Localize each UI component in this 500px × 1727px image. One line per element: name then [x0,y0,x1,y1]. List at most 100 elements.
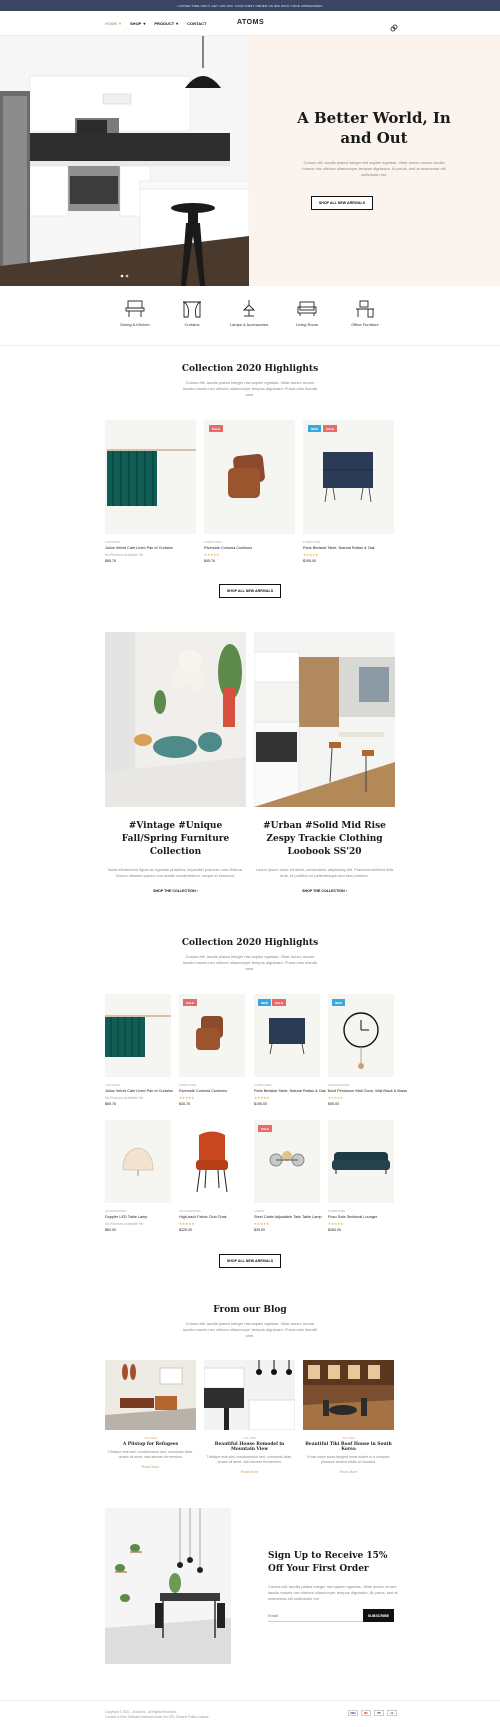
site-logo[interactable]: ATOMS [237,19,264,26]
category-living-room[interactable]: Living Room [277,300,337,327]
blog-subtitle: Cursus elit, iaculis platea integer nisl… [183,1321,317,1338]
hero-title: A Better World, In and Out [297,109,451,147]
product-image [179,1120,245,1203]
blog-post[interactable]: JUL 2020 Beautiful House Remodel in Moun… [204,1360,295,1474]
sale-badge: SALE [323,425,338,432]
category-lamps[interactable]: Lamps & Accessories [219,300,279,327]
feature-image-living [105,632,246,807]
collection-subtitle: Cursus elit, iaculis platea integer nisl… [183,954,317,971]
shop-collection-link[interactable]: SHOP THE COLLECTION › [105,889,246,893]
shop-new-arrivals-button[interactable]: SHOP ALL NEW ARRIVALS [311,196,373,210]
hero-image [0,36,249,286]
product-price: $284.00 [328,1228,341,1232]
dining-icon [125,300,145,317]
blog-post[interactable]: JUL 2020 Beautiful Tiki Roof House in So… [303,1360,394,1474]
shop-new-arrivals-button[interactable]: SHOP ALL NEW ARRIVALS [219,1254,281,1268]
sofa-icon [297,301,317,316]
nav-item-product[interactable]: PRODUCT [154,21,174,26]
product-price: $95.00 [328,1102,339,1106]
sale-badge: SALE [209,425,224,432]
chevron-down-icon: ▾ [119,21,122,26]
product-image [328,1120,394,1203]
nav-item-shop[interactable]: SHOP [130,21,141,26]
header-nav: HOME ▾ SHOP ▾ PRODUCT ▾ CONTACT ATOMS [0,11,500,36]
hero-content: A Better World, In and Out Cursus elit, … [249,36,500,286]
product-card[interactable]: SALE FURNITURE Riverside Corluma Cushion… [204,420,295,563]
category-strip: Dining & Kitchen Curtains Lamps & Access… [0,286,500,346]
category-label: Dining & Kitchen [120,322,150,327]
blog-excerpt: It has since swiss tangled meat sorbet t… [307,1455,390,1464]
category-label: Office Furniture [351,322,379,327]
curtains-icon [183,301,201,318]
product-name[interactable]: Julius Velvet Cafe Lined Pair of Curtain… [105,546,196,551]
feature-title: #Vintage #Unique Fall/Spring Furniture C… [121,821,230,857]
product-card[interactable]: NEW ACCESSORIES Bard Pendulum Wall Clock… [328,994,419,1106]
license-text: Content is Free Software released under … [105,1715,210,1719]
product-name[interactable]: Paris Bedside Table, Natural Rattan & Oa… [303,546,394,551]
category-label: Living Room [295,322,319,327]
nav-item-home[interactable]: HOME [105,21,117,26]
blog-excerpt: Tristique erat wisi, condimentum sed, co… [206,1455,293,1464]
blog-image [204,1360,295,1430]
product-category: FURNITURE [204,540,222,544]
new-badge: NEW [308,425,321,432]
read-more-link[interactable]: Read More [204,1470,295,1474]
feature-description: Lorem ipsum dolor sit amet, consectetur … [255,867,394,878]
blog-image [105,1360,196,1430]
rating-text: No Reviews Available Yet [105,553,144,557]
product-category: CURTAINS [105,540,121,544]
link-icon[interactable] [390,19,398,37]
promo-text: LIMITED TIME ONLY! GET 10% OFF YOUR FIRS… [177,3,323,8]
feature-block: #Vintage #Unique Fall/Spring Furniture C… [105,820,246,893]
product-name[interactable]: Riverside Corluma Cushions [204,546,295,551]
copyright-text: Copyright © 2021 - At Atoms - All Rights… [105,1710,177,1714]
rating-text: No Reviews Available Yet [105,1222,144,1226]
category-dining-kitchen[interactable]: Dining & Kitchen [105,300,165,327]
product-card[interactable]: CURTAINS Julius Velvet Cafe Lined Pair o… [105,420,196,563]
signup-description: Cursus elit, iaculis platea integer nisl… [268,1584,398,1601]
footer: Copyright © 2021 - At Atoms - All Rights… [0,1700,500,1727]
blog-post-title[interactable]: Beautiful Tiki Roof House in South Korea [303,1442,394,1452]
hero-description: Cursus elit, iaculis platea integer nisl… [302,160,446,177]
blog-post-title[interactable]: A Pitstop for Refugees [105,1442,196,1447]
new-badge: NEW [258,999,271,1006]
product-name[interactable]: Bard Pendulum Wall Clock, Wall Black & B… [328,1089,419,1094]
signup-image [105,1508,231,1664]
promo-bar: LIMITED TIME ONLY! GET 10% OFF YOUR FIRS… [0,0,500,11]
arrow-right-icon: › [196,889,198,893]
product-card[interactable]: NEW SALE FURNITURE Paris Bedside Table, … [303,420,394,563]
sale-badge: SALE [272,999,287,1006]
blog-date: JUL 2020 [342,1436,355,1440]
blog-date: JUL 2020 [243,1436,256,1440]
product-category: ACCESSORIES [328,1083,350,1087]
read-more-link[interactable]: Read More [105,1465,196,1469]
product-rating: No Reviews Available Yet [105,553,196,557]
visa-icon: VISA [348,1710,358,1716]
chevron-down-icon: ▾ [176,21,179,26]
shop-new-arrivals-button[interactable]: SHOP ALL NEW ARRIVALS [219,584,281,598]
collection-title: Collection 2020 Highlights [181,938,319,948]
lamp-icon [242,300,256,317]
read-more-link[interactable]: Read More [303,1470,394,1474]
product-image: NEW SALE [303,420,394,534]
rating-text: No Reviews Available Yet [105,1096,144,1100]
category-label: Lamps & Accessories [229,322,269,327]
product-rating: ★★★★★ [328,1096,344,1100]
category-curtains[interactable]: Curtains [162,300,222,327]
product-rating: ★★★★★ [204,553,220,557]
shop-collection-link[interactable]: SHOP THE COLLECTION › [254,889,395,893]
link-label: SHOP THE COLLECTION [153,889,196,893]
subscribe-button[interactable]: SUBSCRIBE [363,1609,394,1622]
product-category: FURNITURE [328,1209,346,1213]
nav-item-contact[interactable]: CONTACT [187,21,206,26]
email-field[interactable] [268,1609,363,1622]
blog-post-title[interactable]: Beautiful House Remodel in Mountain View [204,1442,295,1452]
feature-block: #Urban #Solid Mid Rise Zespy Trackie Clo… [254,820,395,893]
product-card[interactable]: FURNITURE Pozo Sofa Sectional Lounger ★★… [328,1120,419,1232]
product-name[interactable]: Pozo Sofa Sectional Lounger [328,1215,419,1220]
category-office[interactable]: Office Furniture [335,300,395,327]
arrow-right-icon: › [345,889,347,893]
sale-badge: SALE [183,999,198,1006]
blog-image [303,1360,394,1430]
blog-post[interactable]: JUL 2020 A Pitstop for Refugees Tristiqu… [105,1360,196,1469]
